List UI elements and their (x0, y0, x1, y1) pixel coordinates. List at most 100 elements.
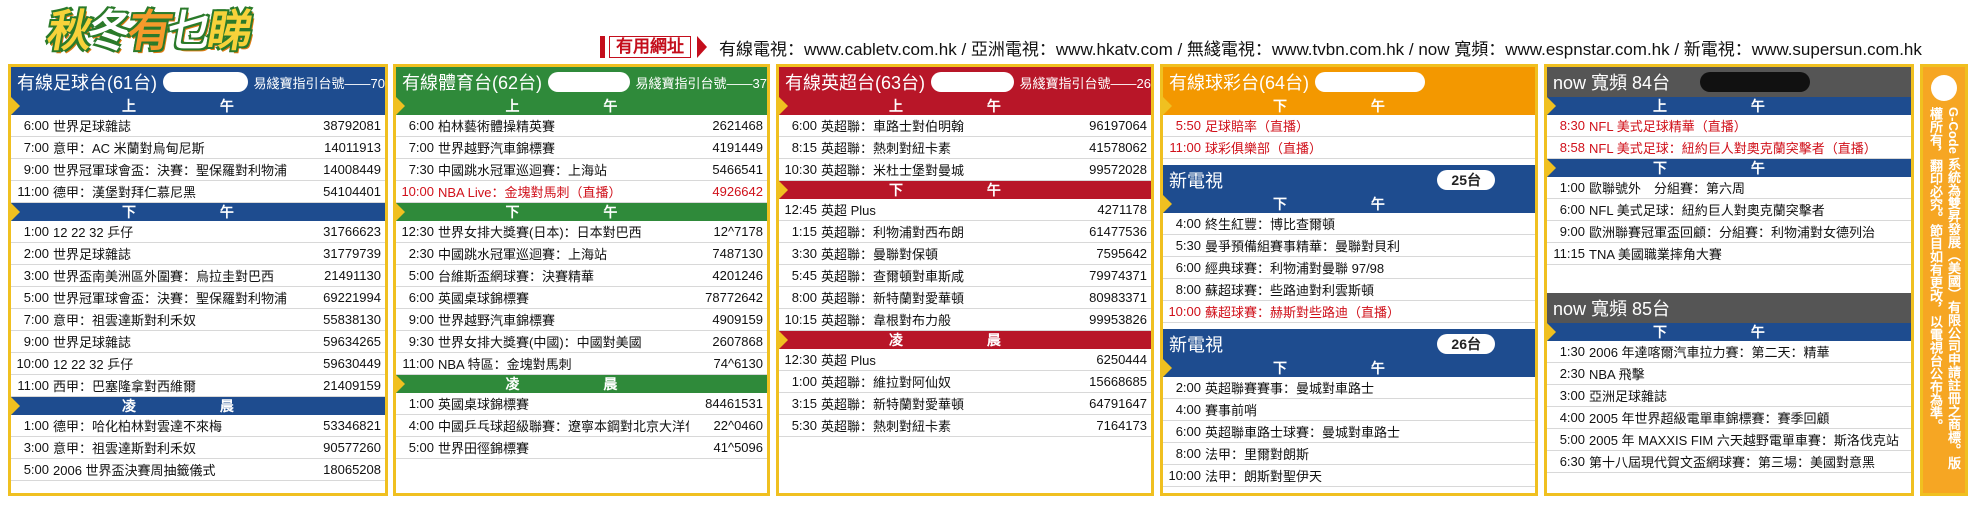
program-row: 12:30 世界女排大獎賽(日本)：日本對巴西 12^7178 (396, 221, 767, 243)
program-title: 英超聯車路士球賽：曼城對車路士 (1205, 425, 1401, 440)
program-row: 11:00 NBA 特區：金塊對馬刺 74^6130 (396, 353, 767, 375)
program-title: 世界足球雜誌 (53, 119, 132, 134)
program-time: 5:00 (408, 440, 434, 455)
panel-title: 有線足球台(61台) (17, 73, 158, 93)
section-pm: 下 午 (396, 203, 767, 221)
program-row: 6:00 英超聯車路士球賽：曼城對車路士 (1163, 421, 1535, 443)
program-row: 3:00 世界盃南美洲區外圍賽：烏拉圭對巴西 21491130 (11, 265, 385, 287)
program-title: 法甲：里爾對朗斯 (1205, 447, 1310, 462)
section-night: 凌 晨 (779, 331, 1151, 349)
gcode-number: 2607868 (712, 334, 763, 349)
program-title: 柏林藝術體操精英賽 (438, 119, 556, 134)
gcode-number: 80983371 (1089, 290, 1147, 305)
triangle-icon (11, 203, 20, 221)
program-row: 6:00 經典球賽：利物浦對曼聯 97/98 (1163, 257, 1535, 279)
program-list: 8:30 NFL 美式足球精華（直播） 8:58 NFL 美式足球：紐約巨人對奧克蘭突… (1547, 115, 1911, 159)
program-list: 1:00 德甲：哈化柏林對雲達不來梅 53346821 3:00 意甲：祖雲達斯對利禾奴… (11, 415, 385, 481)
program-time: 8:15 (791, 140, 817, 155)
new-tv-26-header: 新電視 26台 (1163, 329, 1535, 359)
gcode-number: 99953826 (1089, 312, 1147, 327)
program-row: 2:30 NBA 飛擊 (1547, 363, 1911, 385)
program-row: 3:15 英超聯：新特蘭對愛華頓 64791647 (779, 393, 1151, 415)
program-time: 8:58 (1559, 140, 1585, 155)
panel-title: now 寬頻 84台 (1553, 73, 1671, 93)
guide-number: 易綫寶指引台號——70 (253, 75, 385, 91)
side-note-text: G-Code 系統為雙昇發展（美國）有限公司申請註冊之商標。版權所有，翻印必究。… (1928, 107, 1961, 470)
links-label: 有用網址 (609, 36, 691, 58)
program-time: 5:30 (791, 418, 817, 433)
section-label: 上 午 (505, 98, 658, 114)
program-title: 12 22 32 乒仔 (53, 225, 134, 240)
section-label: 下 午 (1273, 196, 1425, 212)
gcode-number: 31766623 (323, 224, 381, 239)
program-row: 9:00 歐洲聯賽冠軍盃回顧：分組賽：利物浦對女德列治 (1547, 221, 1911, 243)
program-row: 5:00 世界冠軍球會盃：決賽：聖保羅對利物浦 69221994 (11, 287, 385, 309)
program-time: 7:00 (23, 312, 49, 327)
section-label: 凌 晨 (889, 332, 1041, 348)
gcode-number: 55838130 (323, 312, 381, 327)
gcode-pill (548, 72, 630, 92)
channel-panel-64: 有線球彩台(64台) 下 午 5:50 足球賠率（直播） 11:00 球彩俱樂部（直播… (1160, 64, 1538, 496)
program-title: TNA 美國職業摔角大賽 (1589, 247, 1722, 262)
links-text[interactable]: 有線電視：www.cabletv.com.hk / 亞洲電視：www.hkatv… (719, 35, 1922, 60)
triangle-icon (1547, 323, 1556, 341)
program-row: 8:58 NFL 美式足球：紐約巨人對奧克蘭突擊者（直播） (1547, 137, 1911, 159)
program-title: 世界冠軍球會盃：決賽：聖保羅對利物浦 (53, 163, 288, 178)
program-title: 台維斯盃網球賽：決賽精華 (438, 269, 595, 284)
program-row: 9:00 世界足球雜誌 59634265 (11, 331, 385, 353)
top-bar: 秋冬有乜睇 有用網址 有線電視：www.cabletv.com.hk / 亞洲電… (0, 0, 1976, 60)
program-time: 3:00 (1559, 388, 1585, 403)
program-row: 10:00 NBA Live：金塊對馬刺（直播） 4926642 (396, 181, 767, 203)
section-label: 下 午 (505, 204, 658, 220)
triangle-icon (779, 97, 788, 115)
program-time: 2:00 (1175, 380, 1201, 395)
now85-header: now 寬頻 85台 (1547, 293, 1911, 323)
program-title: 2005 年 MAXXIS FIM 六天越野電單車賽：斯洛伐克站 (1589, 433, 1899, 448)
section-am: 上 午 (779, 97, 1151, 115)
program-title: 英超聯：查爾頓對車斯咸 (821, 269, 965, 284)
program-row: 10:15 英超聯：韋根對布力般 99953826 (779, 309, 1151, 331)
program-time: 1:00 (791, 374, 817, 389)
panel-header: 有線球彩台(64台) (1163, 67, 1535, 97)
program-title: 曼爭預備組賽事精華：曼聯對貝利 (1205, 239, 1401, 254)
program-row: 2:30 中國跳水冠軍巡迴賽：上海站 7487130 (396, 243, 767, 265)
gcode-number: 22^0460 (713, 418, 763, 433)
triangle-icon (779, 181, 788, 199)
program-title: 世界越野汽車錦標賽 (438, 141, 556, 156)
program-row: 11:15 TNA 美國職業摔角大賽 (1547, 243, 1911, 265)
program-row: 6:00 英國桌球錦標賽 78772642 (396, 287, 767, 309)
program-title: 英超聯：米杜士堡對曼城 (821, 163, 965, 178)
triangle-icon (11, 397, 20, 415)
section-night: 凌 晨 (11, 397, 385, 415)
program-title: 世界女排大獎賽(日本)：日本對巴西 (438, 225, 642, 240)
program-row: 6:00 NFL 美式足球：紐約巨人對奧克蘭突擊者 (1547, 199, 1911, 221)
program-title: 歐聯號外 分組賽：第六周 (1589, 181, 1746, 196)
program-row: 8:00 法甲：里爾對朗斯 (1163, 443, 1535, 465)
program-time: 5:00 (1559, 432, 1585, 447)
program-time: 4:00 (1559, 410, 1585, 425)
program-list: 12:45 英超 Plus 4271178 1:15 英超聯：利物浦對西布朗 614775… (779, 199, 1151, 331)
section-pm: 下 午 (1547, 159, 1911, 177)
program-title: NFL 美式足球：紐約巨人對奧克蘭突擊者 (1589, 203, 1825, 218)
triangle-icon (1163, 359, 1172, 377)
program-row: 10:00 蘇超球賽：赫斯對些路迪（直播） (1163, 301, 1535, 323)
program-title: 英超聯：熱刺對紐卡素 (821, 141, 952, 156)
program-time: 1:00 (23, 418, 49, 433)
section-label: 下 午 (1653, 324, 1805, 340)
program-row: 1:15 英超聯：利物浦對西布朗 61477536 (779, 221, 1151, 243)
triangle-icon (1163, 97, 1172, 115)
program-title: 英超聯：維拉對阿仙奴 (821, 375, 952, 390)
program-time: 1:15 (791, 224, 817, 239)
program-row: 7:30 中國跳水冠軍巡迴賽：上海站 5466541 (396, 159, 767, 181)
program-row: 10:00 12 22 32 乒仔 59630449 (11, 353, 385, 375)
program-title: 世界女排大獎賽(中國)：中國對美國 (438, 335, 642, 350)
program-title: 英超 Plus (821, 203, 876, 218)
program-time: 12:30 (401, 224, 434, 239)
program-list: 1:00 英國桌球錦標賽 84461531 4:00 中國乒乓球超級聯賽：遼寧本鋼對北京… (396, 393, 767, 459)
program-title: 世界田徑錦標賽 (438, 441, 530, 456)
guide-number: 易綫寶指引台號——37 (635, 75, 767, 91)
program-time: 1:00 (408, 396, 434, 411)
program-row: 2:00 世界足球雜誌 31779739 (11, 243, 385, 265)
program-time: 4:00 (1175, 216, 1201, 231)
section-pm: 下 午 (1163, 195, 1535, 213)
